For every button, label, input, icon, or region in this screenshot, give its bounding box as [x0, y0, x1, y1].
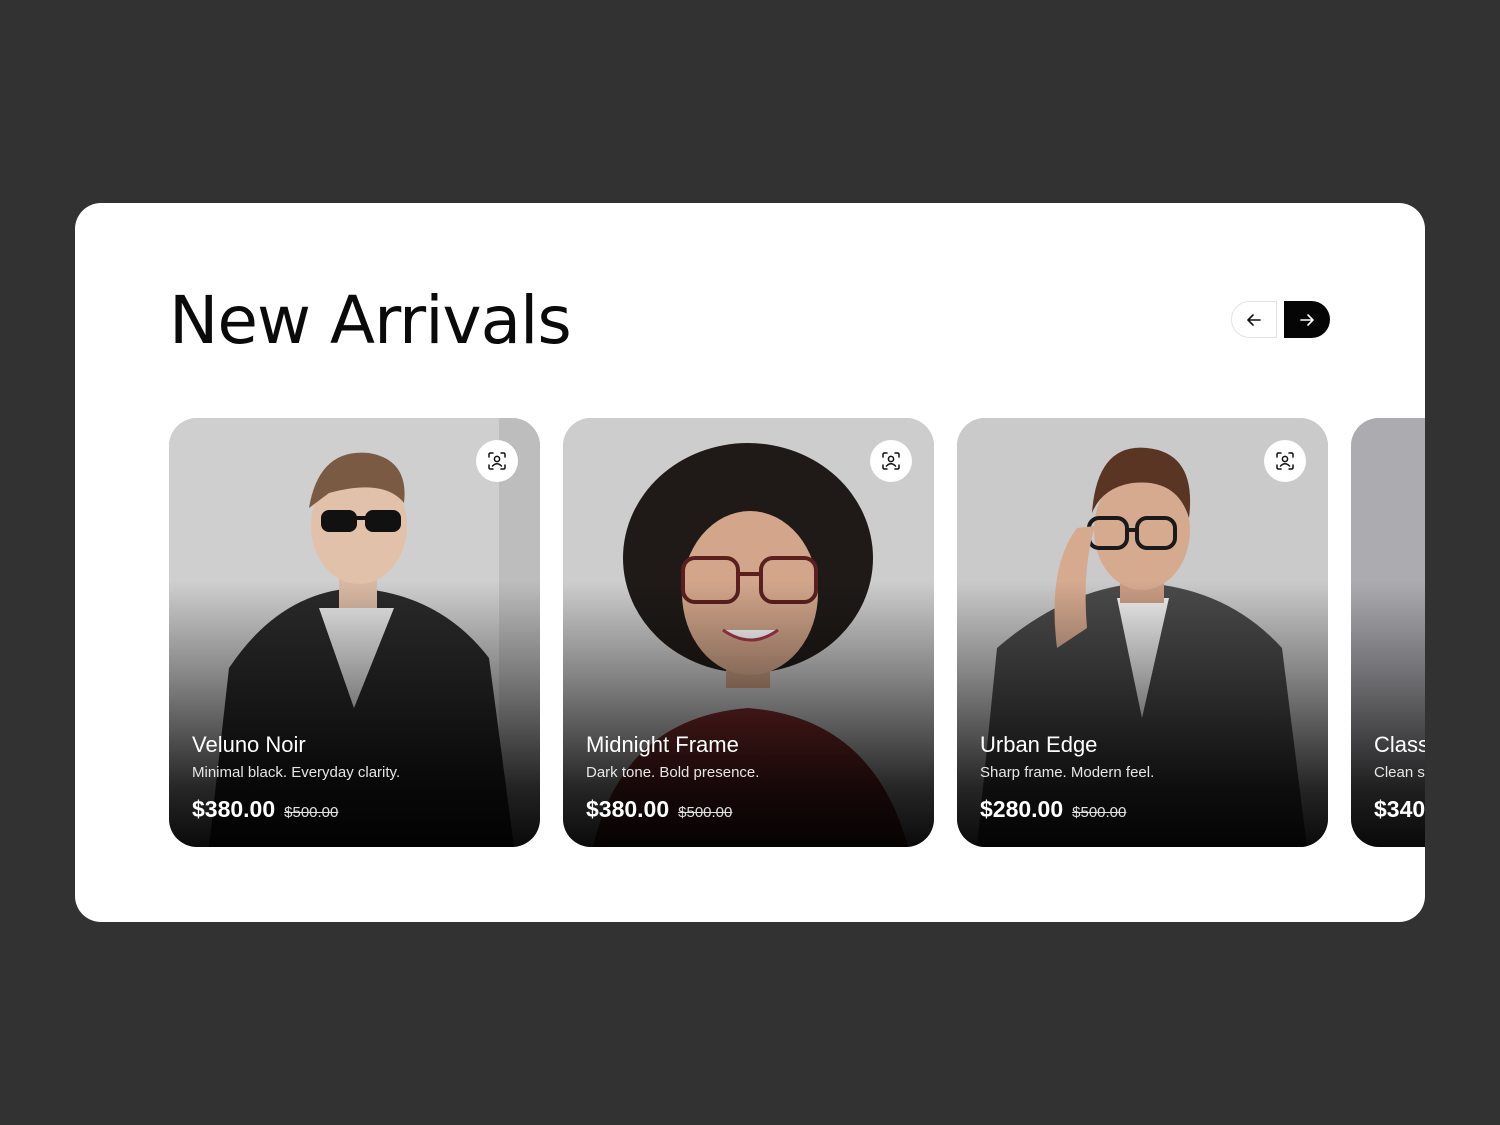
product-description: Clean sh	[1374, 764, 1425, 781]
arrow-right-icon	[1300, 313, 1314, 326]
face-scan-icon	[1276, 452, 1294, 470]
virtual-try-on-button[interactable]	[870, 440, 912, 482]
product-description: Dark tone. Bold presence.	[586, 764, 760, 781]
price-row: $380.00 $500.00	[586, 796, 732, 823]
original-price: $500.00	[1072, 804, 1127, 821]
product-price: $380.00	[586, 796, 670, 822]
virtual-try-on-button[interactable]	[1264, 440, 1306, 482]
product-card[interactable]: Class Clean sh $340	[1351, 418, 1425, 847]
product-price: $340	[1374, 796, 1425, 822]
virtual-try-on-button[interactable]	[476, 440, 518, 482]
product-name: Midnight Frame	[586, 732, 739, 757]
price-row: $280.00 $500.00	[980, 796, 1126, 823]
product-name: Class	[1374, 732, 1425, 757]
product-price: $380.00	[192, 796, 276, 822]
product-card[interactable]: Urban Edge Sharp frame. Modern feel. $28…	[957, 418, 1328, 847]
product-card[interactable]: Veluno Noir Minimal black. Everyday clar…	[169, 418, 540, 847]
product-name: Veluno Noir	[192, 732, 306, 757]
product-description: Minimal black. Everyday clarity.	[192, 764, 401, 781]
arrow-left-icon	[1247, 313, 1261, 326]
new-arrivals-panel: New Arrivals Veluno Noir Minimal black. …	[75, 203, 1425, 922]
product-price: $280.00	[980, 796, 1064, 822]
face-scan-icon	[488, 452, 506, 470]
price-row: $340	[1374, 796, 1425, 823]
original-price: $500.00	[284, 804, 339, 821]
product-description: Sharp frame. Modern feel.	[980, 764, 1155, 781]
carousel-prev-button[interactable]	[1231, 301, 1277, 338]
section-title: New Arrivals	[169, 282, 572, 359]
product-card[interactable]: Midnight Frame Dark tone. Bold presence.…	[563, 418, 934, 847]
carousel-next-button[interactable]	[1284, 301, 1330, 338]
face-scan-icon	[882, 452, 900, 470]
original-price: $500.00	[678, 804, 733, 821]
price-row: $380.00 $500.00	[192, 796, 338, 823]
product-name: Urban Edge	[980, 732, 1098, 757]
